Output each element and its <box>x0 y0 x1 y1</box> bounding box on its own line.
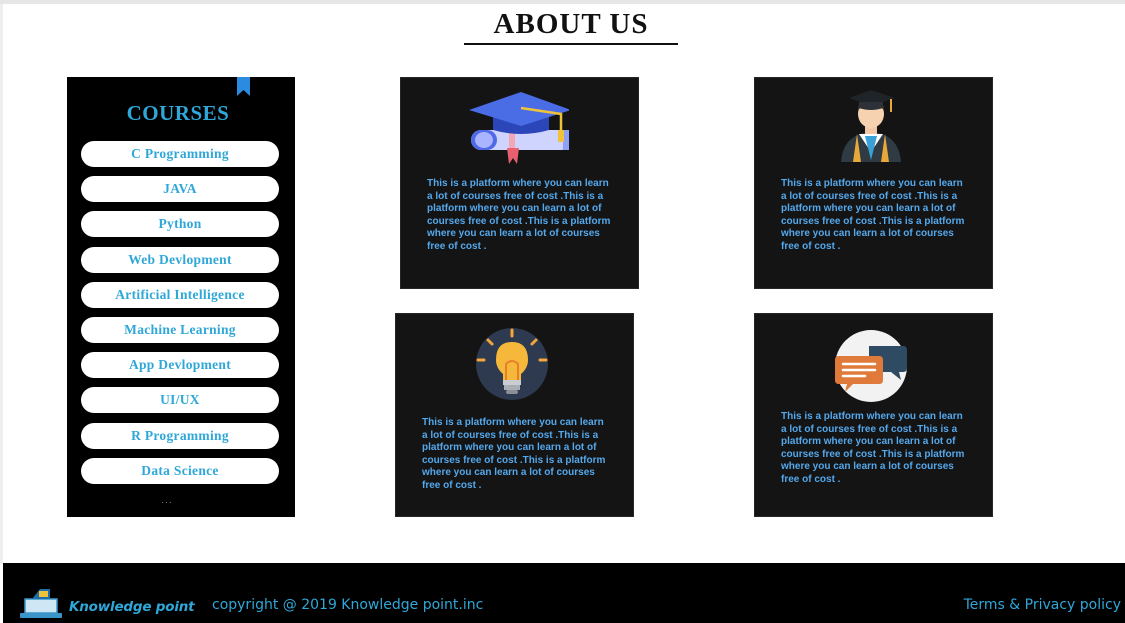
course-button-r-programming[interactable]: R Programming <box>81 422 279 449</box>
left-border <box>0 4 3 564</box>
more-indicator: ... <box>161 495 173 506</box>
top-border <box>0 0 1125 4</box>
info-card-3: This is a platform where you can learn a… <box>395 313 634 517</box>
lightbulb-icon <box>476 328 548 400</box>
course-list: C Programming JAVA Python Web Devlopment… <box>81 141 279 493</box>
footer: Knowledge point copyright @ 2019 Knowled… <box>3 563 1125 623</box>
terms-privacy-link[interactable]: Terms & Privacy policy <box>964 597 1121 613</box>
card-4-text: This is a platform where you can learn a… <box>781 411 965 485</box>
course-button-app-development[interactable]: App Devlopment <box>81 352 279 379</box>
course-button-c-programming[interactable]: C Programming <box>81 141 279 167</box>
card-3-text: This is a platform where you can learn a… <box>422 417 606 491</box>
graduate-person-icon <box>841 90 901 162</box>
info-card-4: This is a platform where you can learn a… <box>754 313 993 517</box>
page-title: ABOUT US <box>464 8 678 45</box>
bookmark-icon <box>237 77 250 96</box>
course-button-machine-learning[interactable]: Machine Learning <box>81 316 279 343</box>
card-1-text: This is a platform where you can learn a… <box>427 178 611 252</box>
sidebar-title: COURSES <box>126 101 230 125</box>
course-button-web-development[interactable]: Web Devlopment <box>81 246 279 273</box>
card-2-text: This is a platform where you can learn a… <box>781 178 965 252</box>
brand-name[interactable]: Knowledge point <box>69 599 195 615</box>
course-button-python[interactable]: Python <box>81 211 279 238</box>
graduation-cap-diploma-icon <box>469 92 569 164</box>
course-button-ui-ux[interactable]: UI/UX <box>81 387 279 414</box>
courses-sidebar: COURSES C Programming JAVA Python Web De… <box>67 77 295 517</box>
copyright-text: copyright @ 2019 Knowledge point.inc <box>212 597 484 613</box>
course-button-data-science[interactable]: Data Science <box>81 457 279 484</box>
laptop-book-icon <box>20 589 62 618</box>
info-card-1: This is a platform where you can learn a… <box>400 77 639 289</box>
course-button-artificial-intelligence[interactable]: Artificial Intelligence <box>81 281 279 308</box>
chat-bubbles-icon <box>835 330 907 402</box>
course-button-java[interactable]: JAVA <box>81 176 279 203</box>
info-card-2: This is a platform where you can learn a… <box>754 77 993 289</box>
